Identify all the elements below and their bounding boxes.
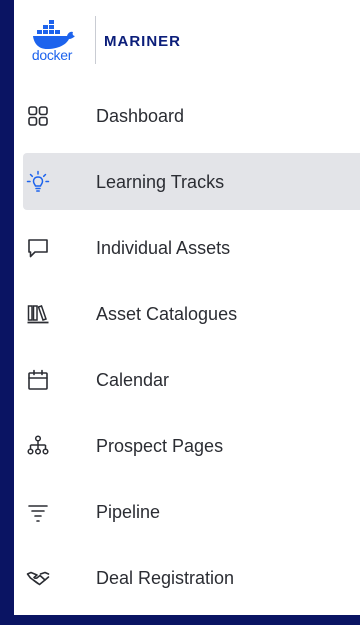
handshake-icon bbox=[26, 571, 50, 586]
filter-lines-icon bbox=[28, 505, 48, 522]
calendar-icon bbox=[28, 369, 48, 390]
sidebar-item-deal-registration[interactable]: Deal Registration bbox=[14, 549, 360, 606]
sidebar-item-label: Prospect Pages bbox=[96, 436, 224, 456]
sidebar-item-label: Learning Tracks bbox=[96, 172, 225, 192]
sidebar-item-learning-tracks[interactable]: Learning Tracks bbox=[23, 153, 360, 210]
sidebar-panel: docker MARINER Dashboard Learning Tracks… bbox=[14, 0, 360, 615]
sidebar-item-label: Deal Registration bbox=[96, 568, 235, 588]
sidebar-item-label: Individual Assets bbox=[96, 238, 231, 258]
sidebar-item-calendar[interactable]: Calendar bbox=[14, 351, 360, 408]
docker-logo-wordmark: docker bbox=[31, 47, 73, 63]
sidebar-item-prospect-pages[interactable]: Prospect Pages bbox=[14, 417, 360, 474]
sidebar-item-dashboard[interactable]: Dashboard bbox=[14, 87, 360, 144]
sidebar-item-asset-catalogues[interactable]: Asset Catalogues bbox=[14, 285, 360, 342]
sidebar-item-label: Pipeline bbox=[96, 502, 161, 522]
lightbulb-icon bbox=[26, 170, 50, 192]
sidebar-menu: Dashboard Learning Tracks Individual Ass… bbox=[14, 87, 360, 615]
library-books-icon bbox=[27, 305, 49, 324]
sitemap-icon bbox=[27, 435, 49, 455]
brand-header[interactable]: docker MARINER bbox=[14, 0, 360, 80]
sidebar-item-individual-assets[interactable]: Individual Assets bbox=[14, 219, 360, 276]
sidebar-item-label: Calendar bbox=[96, 370, 170, 390]
grid-icon bbox=[28, 106, 48, 126]
sidebar-item-pipeline[interactable]: Pipeline bbox=[14, 483, 360, 540]
brand-divider bbox=[95, 16, 96, 64]
sidebar-item-label: Dashboard bbox=[96, 106, 185, 126]
chat-bubble-icon bbox=[28, 239, 48, 258]
sidebar-item-label: Asset Catalogues bbox=[96, 304, 238, 324]
product-name: MARINER bbox=[104, 33, 181, 50]
